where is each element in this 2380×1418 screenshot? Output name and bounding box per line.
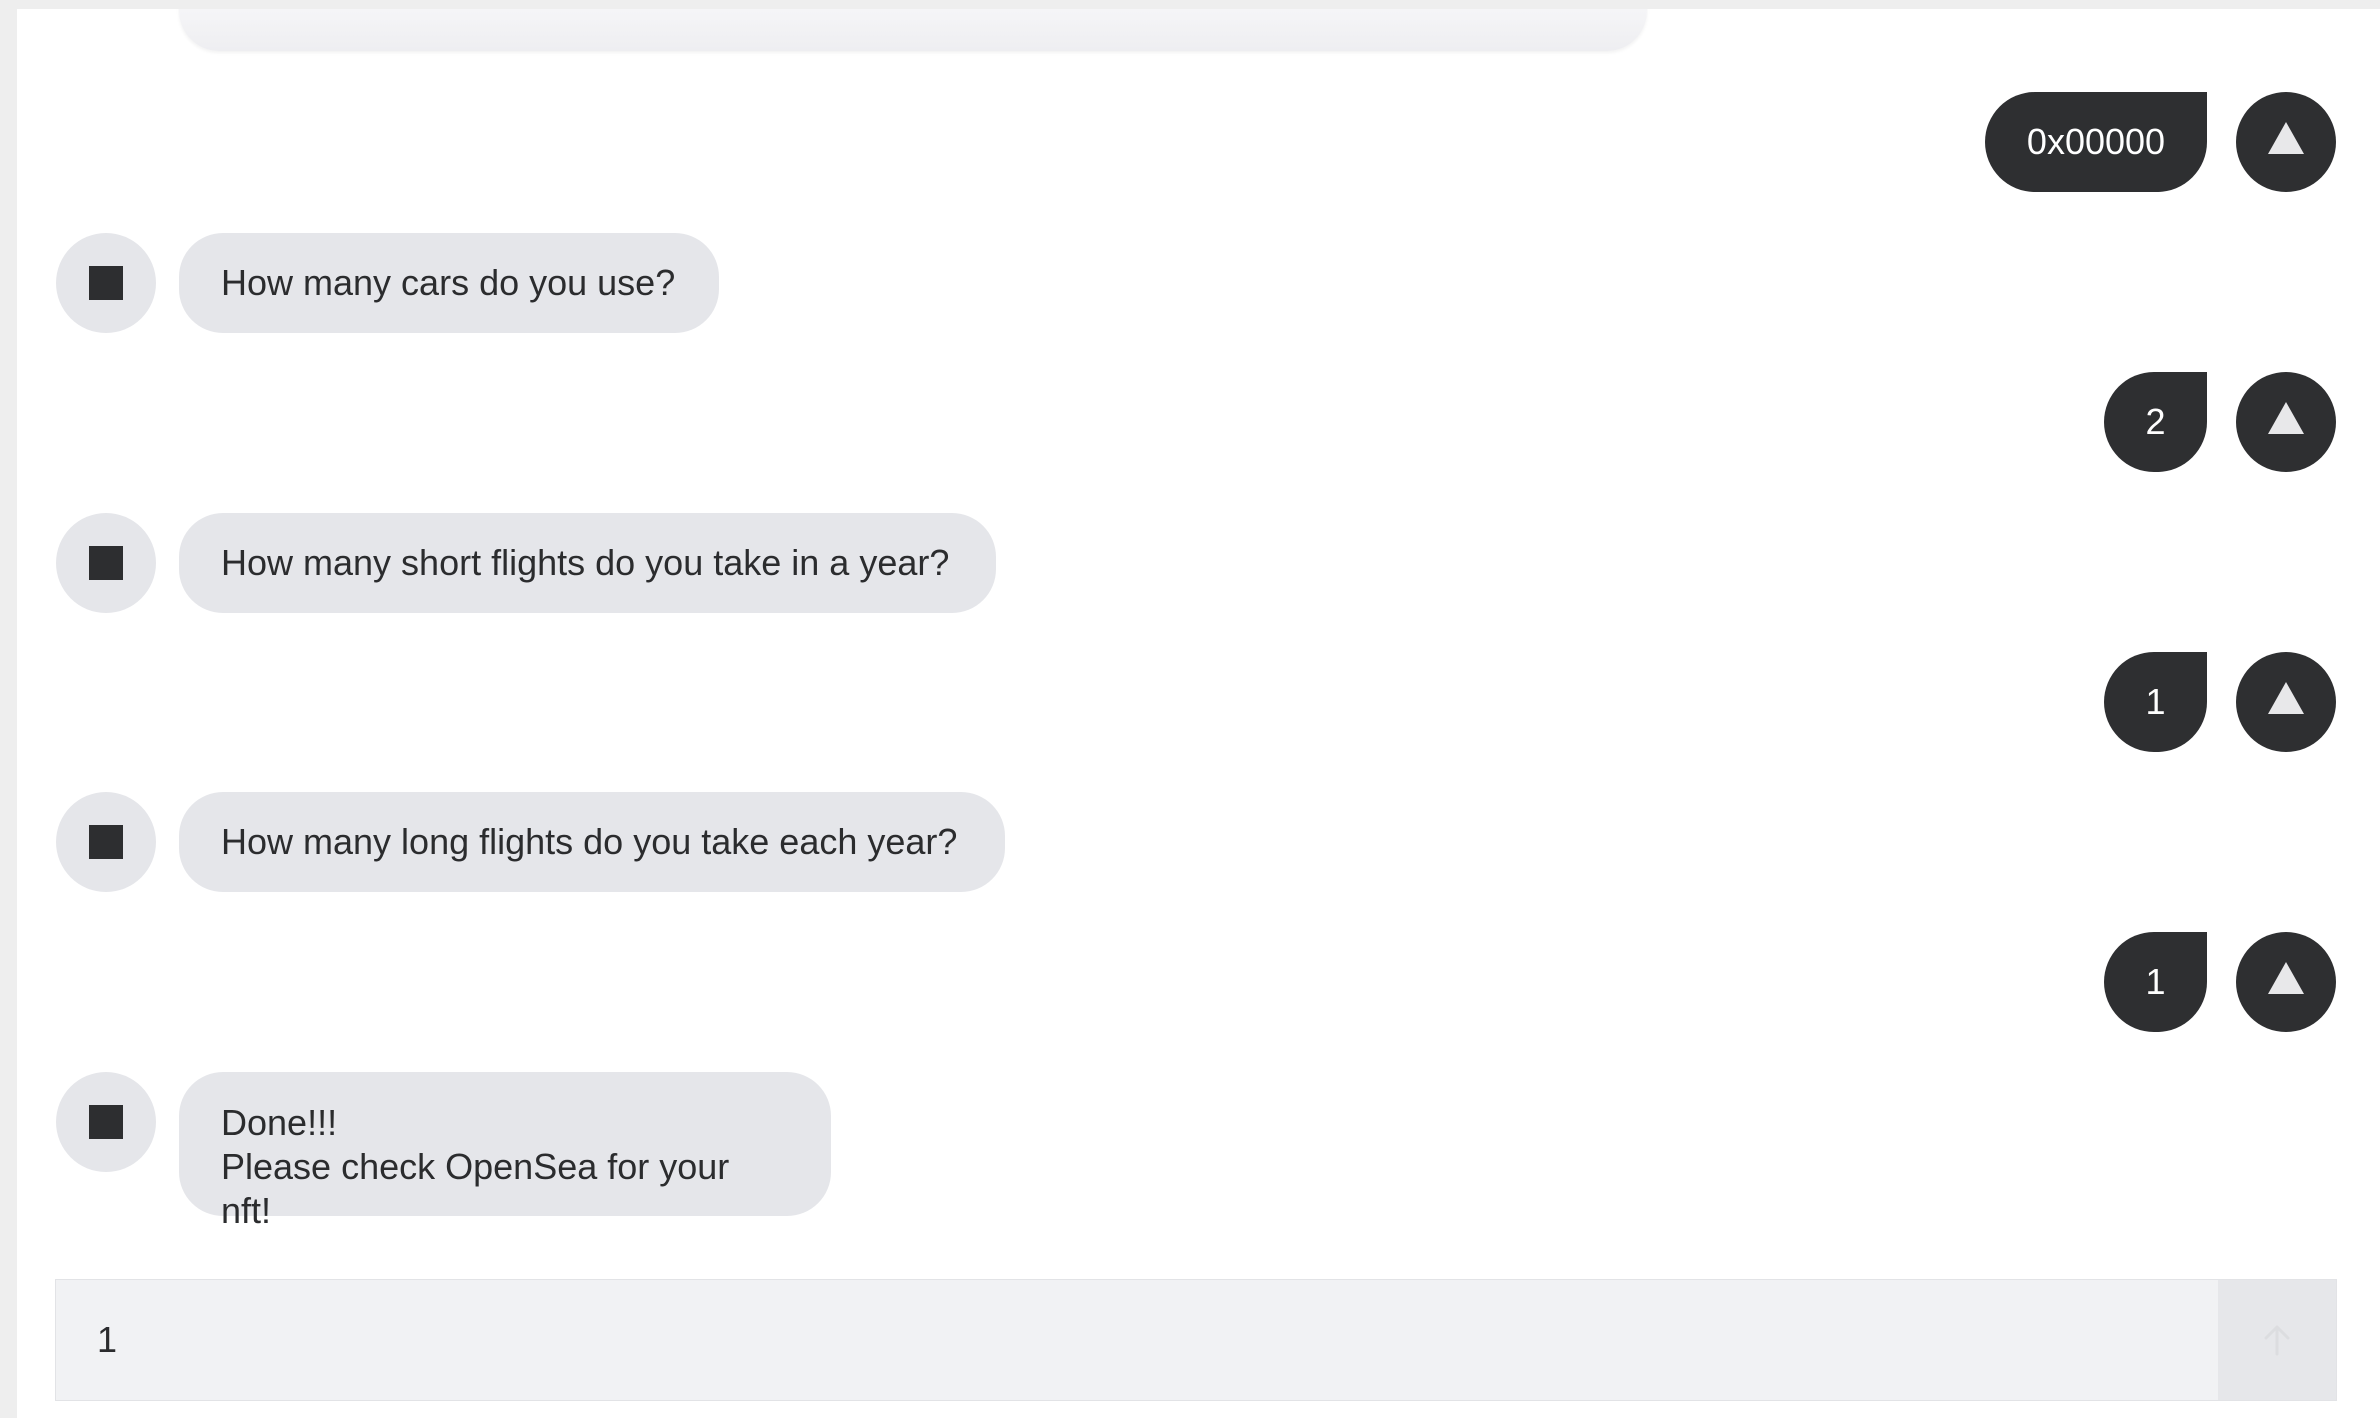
message-input[interactable] xyxy=(56,1280,2216,1400)
bot-avatar xyxy=(56,792,156,892)
triangle-icon xyxy=(2268,122,2304,154)
user-avatar xyxy=(2236,652,2336,752)
user-avatar xyxy=(2236,372,2336,472)
chat-window: 0x00000 How many cars do you use? 2 How … xyxy=(17,9,2380,1418)
partial-bot-message-bubble xyxy=(179,9,1647,51)
user-avatar xyxy=(2236,932,2336,1032)
bot-message-bubble: How many long flights do you take each y… xyxy=(179,792,1005,892)
bot-message-bubble: How many cars do you use? xyxy=(179,233,719,333)
user-message-bubble: 0x00000 xyxy=(1985,92,2207,192)
bot-message-bubble: How many short flights do you take in a … xyxy=(179,513,996,613)
bot-avatar xyxy=(56,513,156,613)
triangle-icon xyxy=(2268,682,2304,714)
user-avatar xyxy=(2236,92,2336,192)
send-button[interactable] xyxy=(2218,1280,2336,1400)
arrow-up-icon xyxy=(2264,1325,2290,1356)
triangle-icon xyxy=(2268,402,2304,434)
message-composer xyxy=(55,1279,2337,1401)
square-icon xyxy=(89,1105,123,1139)
triangle-icon xyxy=(2268,962,2304,994)
user-message-bubble: 1 xyxy=(2104,652,2207,752)
square-icon xyxy=(89,825,123,859)
user-message-bubble: 2 xyxy=(2104,372,2207,472)
user-message-bubble: 1 xyxy=(2104,932,2207,1032)
bot-message-bubble: Done!!! Please check OpenSea for your nf… xyxy=(179,1072,831,1231)
square-icon xyxy=(89,266,123,300)
bot-avatar xyxy=(56,1072,156,1172)
square-icon xyxy=(89,546,123,580)
bot-avatar xyxy=(56,233,156,333)
